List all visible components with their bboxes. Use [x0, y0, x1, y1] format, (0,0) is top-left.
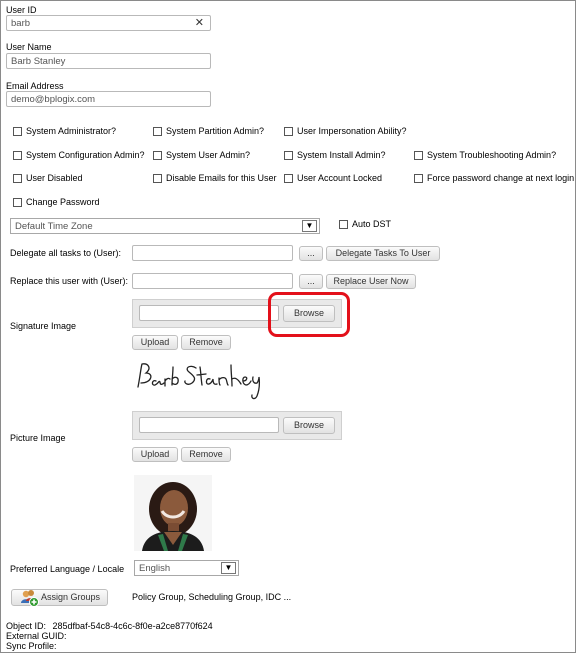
user-id-input[interactable]: barb ✕ [6, 15, 211, 31]
object-id-label: Object ID: [6, 621, 47, 631]
external-guid-label: External GUID: [6, 631, 67, 641]
language-select[interactable]: English ▼ [134, 560, 239, 576]
checkbox-box[interactable] [414, 173, 423, 183]
checkbox-box[interactable] [284, 126, 293, 136]
user-profile-photo [134, 475, 212, 551]
user-id-value: barb [11, 18, 31, 29]
avatar [134, 475, 212, 551]
time-zone-value: Default Time Zone [15, 221, 93, 232]
checkbox-user-disabled[interactable]: User Disabled [13, 173, 83, 183]
checkbox-label: User Account Locked [297, 173, 383, 183]
replace-label: Replace this user with (User): [10, 276, 129, 286]
assign-groups-label: Assign Groups [41, 592, 101, 602]
signature-drawing [137, 363, 261, 400]
clear-icon[interactable]: ✕ [195, 17, 204, 29]
picture-remove-button[interactable]: Remove [181, 447, 231, 462]
checkbox-box[interactable] [284, 173, 293, 183]
signature-upload-button[interactable]: Upload [132, 335, 178, 350]
signature-file-input[interactable] [139, 305, 279, 321]
checkbox-box[interactable] [13, 173, 22, 183]
picture-label: Picture Image [10, 433, 66, 443]
object-id-value: 285dfbaf-54c8-4c6c-8f0e-a2ce8770f624 [52, 621, 213, 631]
users-group-icon [20, 588, 40, 608]
delegate-user-input[interactable] [132, 245, 293, 261]
checkbox-disable-emails[interactable]: Disable Emails for this User [153, 173, 277, 183]
checkbox-box[interactable] [339, 219, 348, 229]
user-id-label: User ID [6, 5, 37, 15]
email-label: Email Address [6, 81, 64, 91]
checkbox-box[interactable] [153, 126, 162, 136]
picture-browse-button[interactable]: Browse [283, 417, 335, 434]
checkbox-label: User Disabled [26, 173, 83, 183]
checkbox-label: Disable Emails for this User [166, 173, 277, 183]
checkbox-label: System Partition Admin? [166, 126, 265, 136]
assign-groups-button[interactable]: Assign Groups [11, 588, 108, 608]
checkbox-user-account-locked[interactable]: User Account Locked [284, 173, 382, 183]
checkbox-box[interactable] [284, 150, 293, 160]
delegate-lookup-button[interactable]: ... [299, 246, 323, 261]
checkbox-box[interactable] [13, 197, 22, 207]
checkbox-label: System Troubleshooting Admin? [427, 150, 557, 160]
delegate-tasks-button[interactable]: Delegate Tasks To User [326, 246, 440, 261]
checkbox-system-install-admin[interactable]: System Install Admin? [284, 150, 386, 160]
signature-image [134, 359, 274, 405]
checkbox-auto-dst[interactable]: Auto DST [339, 219, 391, 229]
replace-user-input[interactable] [132, 273, 293, 289]
replace-user-button[interactable]: Replace User Now [326, 274, 416, 289]
browse-highlight-annotation [268, 292, 350, 337]
checkbox-label: System Configuration Admin? [26, 150, 145, 160]
checkbox-label: Change Password [26, 197, 100, 207]
checkbox-system-partition-admin[interactable]: System Partition Admin? [153, 126, 264, 136]
time-zone-select[interactable]: Default Time Zone ▼ [10, 218, 320, 234]
checkbox-label: System User Admin? [166, 150, 251, 160]
checkbox-label: Auto DST [352, 219, 392, 229]
email-input[interactable]: demo@bplogix.com [6, 91, 211, 107]
checkbox-label: System Administrator? [26, 126, 117, 136]
object-id-row: Object ID: 285dfbaf-54c8-4c6c-8f0e-a2ce8… [6, 621, 213, 631]
delegate-label: Delegate all tasks to (User): [10, 248, 122, 258]
picture-upload-button[interactable]: Upload [132, 447, 178, 462]
checkbox-system-user-admin[interactable]: System User Admin? [153, 150, 250, 160]
replace-lookup-button[interactable]: ... [299, 274, 323, 289]
checkbox-label: System Install Admin? [297, 150, 386, 160]
checkbox-system-troubleshooting-admin[interactable]: System Troubleshooting Admin? [414, 150, 556, 160]
checkbox-system-configuration-admin[interactable]: System Configuration Admin? [13, 150, 145, 160]
assigned-groups-text: Policy Group, Scheduling Group, IDC ... [132, 592, 292, 602]
checkbox-user-impersonation[interactable]: User Impersonation Ability? [284, 126, 407, 136]
checkbox-box[interactable] [13, 150, 22, 160]
language-value: English [139, 563, 171, 574]
chevron-down-icon[interactable]: ▼ [221, 562, 236, 574]
chevron-down-icon[interactable]: ▼ [302, 220, 317, 232]
checkbox-label: Force password change at next login [427, 173, 575, 183]
user-name-input[interactable]: Barb Stanley [6, 53, 211, 69]
checkbox-box[interactable] [13, 126, 22, 136]
checkbox-label: User Impersonation Ability? [297, 126, 407, 136]
checkbox-box[interactable] [153, 150, 162, 160]
signature-label: Signature Image [10, 321, 77, 331]
language-label: Preferred Language / Locale [10, 564, 125, 574]
user-name-label: User Name [6, 42, 52, 52]
checkbox-change-password[interactable]: Change Password [13, 197, 100, 207]
checkbox-box[interactable] [414, 150, 423, 160]
checkbox-force-password-change[interactable]: Force password change at next login [414, 173, 574, 183]
picture-file-input[interactable] [139, 417, 279, 433]
checkbox-system-administrator[interactable]: System Administrator? [13, 126, 116, 136]
signature-remove-button[interactable]: Remove [181, 335, 231, 350]
checkbox-box[interactable] [153, 173, 162, 183]
user-profile-form: User ID barb ✕ User Name Barb Stanley Em… [0, 0, 576, 653]
sync-profile-label: Sync Profile: [6, 641, 57, 651]
